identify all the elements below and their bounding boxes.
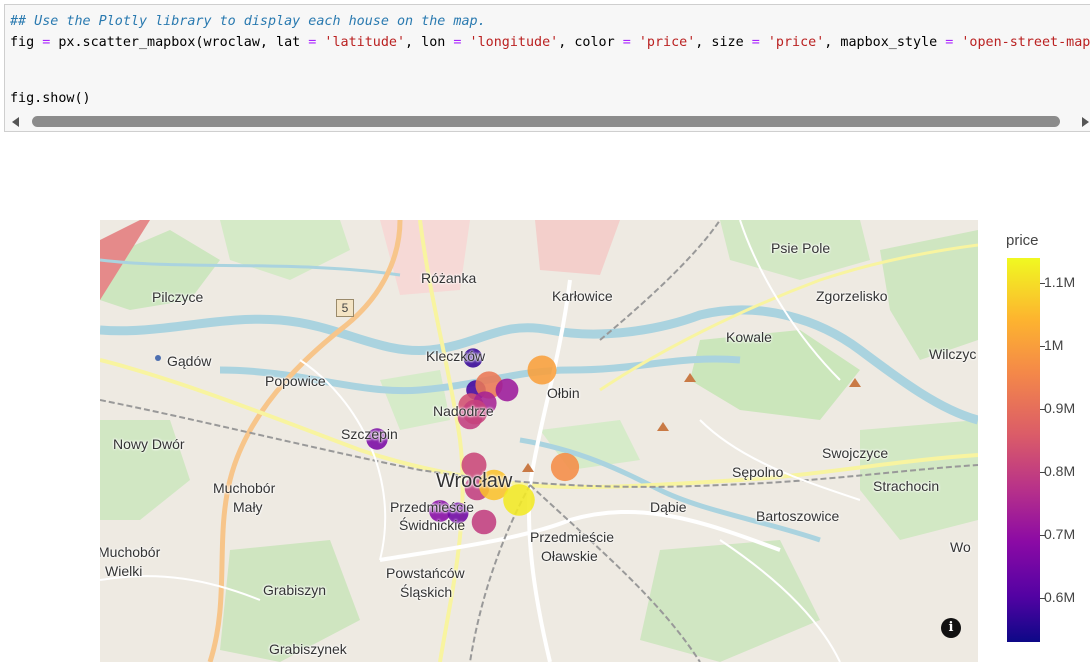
map-label-wilczyce: Wilczyc [929,346,977,362]
map-label-popowice: Popowice [265,373,326,389]
map-label-sepolno: Sępolno [732,464,784,480]
road-shield-5: 5 [336,299,354,317]
colorbar-title: price [1006,232,1039,249]
map-label-muchobor-wielki-2: Wielki [105,563,143,579]
scatter-point[interactable] [495,378,519,402]
code-comment: ## Use the Plotly library to display eac… [10,14,486,29]
map-label-grabiszynek: Grabiszynek [269,641,347,657]
map-label-olawskie: Oławskie [541,548,598,564]
map-label-strachocin: Strachocin [873,478,940,494]
map-label-wroclaw: Wrocław [436,470,513,492]
scroll-right-arrow-icon[interactable] [1082,117,1089,127]
map-label-pilczyce: Pilczyce [152,289,204,305]
map-label-muchobor-wielki-1: Muchobór [100,544,161,560]
map-label-rozanka: Różanka [421,270,477,286]
colorbar-tick-label: 0.8M [1044,463,1076,479]
map-label-kowale: Kowale [726,329,772,345]
map-label-muchobor: Muchobór [213,480,276,496]
colorbar-tick-label: 0.7M [1044,526,1076,542]
map-label-powstancow: Powstańców [386,565,465,581]
map-label-slaskich: Śląskich [400,584,453,600]
colorbar-tick-label: 1.1M [1044,274,1076,290]
colorbar-tick-label: 1M [1044,337,1064,353]
scrollbar-thumb[interactable] [32,116,1060,127]
map-label-grabiszyn: Grabiszyn [263,582,327,598]
map-label-zgorzelisko: Zgorzelisko [816,288,888,304]
map-label-wo: Wo [950,539,971,555]
info-icon[interactable]: i [941,618,961,638]
map-label-maly: Mały [233,499,263,515]
code-line-scatter: fig = px.scatter_mapbox(wroclaw, lat = '… [10,35,1090,50]
map-label-dabie: Dąbie [650,499,687,515]
map-label-przedmiescie-1: Przedmieście [390,499,475,515]
scatter-points-layer [366,348,580,535]
map-label-bartoszowice: Bartoszowice [756,508,840,524]
map-label-psie-pole: Psie Pole [771,240,831,256]
scatter-point[interactable] [471,509,497,535]
map-plot[interactable]: Psie Pole Różanka Karłowice Pilczyce Zgo… [100,220,978,662]
map-label-kleczkow: Kleczków [426,348,486,364]
map-label-swidnickie: Świdnickie [399,517,466,533]
colorbar-gradient [1007,258,1040,642]
scroll-left-arrow-icon[interactable] [12,117,19,127]
map-label-olbin: Ołbin [547,385,580,401]
scatter-point[interactable] [550,452,580,482]
scatter-point[interactable] [527,355,557,385]
colorbar-tick-label: 0.6M [1044,589,1076,605]
code-line-show: fig.show() [10,91,91,106]
map-label-szczepin: Szczepin [341,426,398,442]
map-label-swojczyce: Swojczyce [822,445,889,461]
colorbar-tick-label: 0.9M [1044,400,1076,416]
map-label-gadow: Gądów [167,353,212,369]
horizontal-scrollbar[interactable] [4,113,1090,131]
map-label-nadodrze: Nadodrze [433,403,494,419]
map-label-karlowice: Karłowice [552,288,613,304]
map-label-nowy-dwor: Nowy Dwór [113,436,185,452]
map-label-przedmiescie-2: Przedmieście [530,529,615,545]
